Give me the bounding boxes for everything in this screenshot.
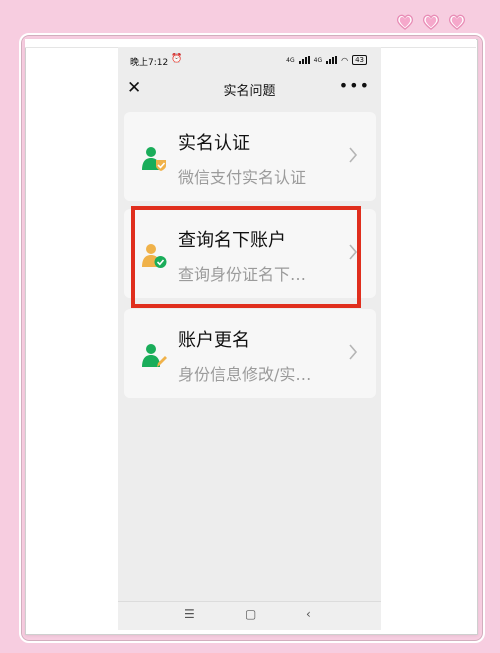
highlight-box — [131, 206, 361, 308]
menu-card-real-name-verify[interactable]: 实名认证 微信支付实名认证 — [124, 112, 376, 201]
network-label: 4G — [286, 56, 295, 64]
heart-icon — [396, 14, 414, 30]
home-icon[interactable]: ▢ — [245, 607, 256, 621]
status-icons: 4G 4G ◠ 43 — [286, 55, 367, 65]
person-edit-icon — [142, 344, 167, 367]
chevron-right-icon — [349, 147, 358, 163]
chevron-right-icon — [349, 344, 358, 360]
status-time: 晚上7:12 — [130, 58, 169, 68]
card-subtitle: 身份信息修改/实… — [178, 365, 312, 384]
phone-screen: 晚上7:12 ⏰ 4G 4G ◠ 43 ✕ 实名问题 ••• 实名认证 微信支付… — [118, 47, 381, 630]
battery-indicator: 43 — [352, 55, 367, 65]
wifi-icon: ◠ — [341, 55, 349, 65]
back-icon[interactable]: ‹ — [306, 607, 311, 621]
signal-icon-2 — [326, 56, 338, 64]
person-verified-icon — [142, 147, 166, 171]
system-nav-bar: ☰ ▢ ‹ — [118, 601, 381, 630]
signal-icon — [298, 56, 310, 64]
more-icon[interactable]: ••• — [339, 76, 370, 95]
menu-card-rename-account[interactable]: 账户更名 身份信息修改/实… — [124, 309, 376, 398]
heart-icon — [422, 14, 440, 30]
nav-bar: ✕ 实名问题 ••• — [118, 73, 381, 103]
alarm-icon: ⏰ — [171, 54, 183, 64]
decorative-hearts — [396, 14, 466, 30]
heart-icon — [448, 14, 466, 30]
card-title: 账户更名 — [178, 330, 250, 351]
menu-icon[interactable]: ☰ — [184, 607, 195, 621]
card-subtitle: 微信支付实名认证 — [178, 168, 307, 187]
status-bar: 晚上7:12 ⏰ 4G 4G ◠ 43 — [118, 47, 381, 73]
card-title: 实名认证 — [178, 133, 250, 154]
network-label-2: 4G — [313, 56, 323, 64]
